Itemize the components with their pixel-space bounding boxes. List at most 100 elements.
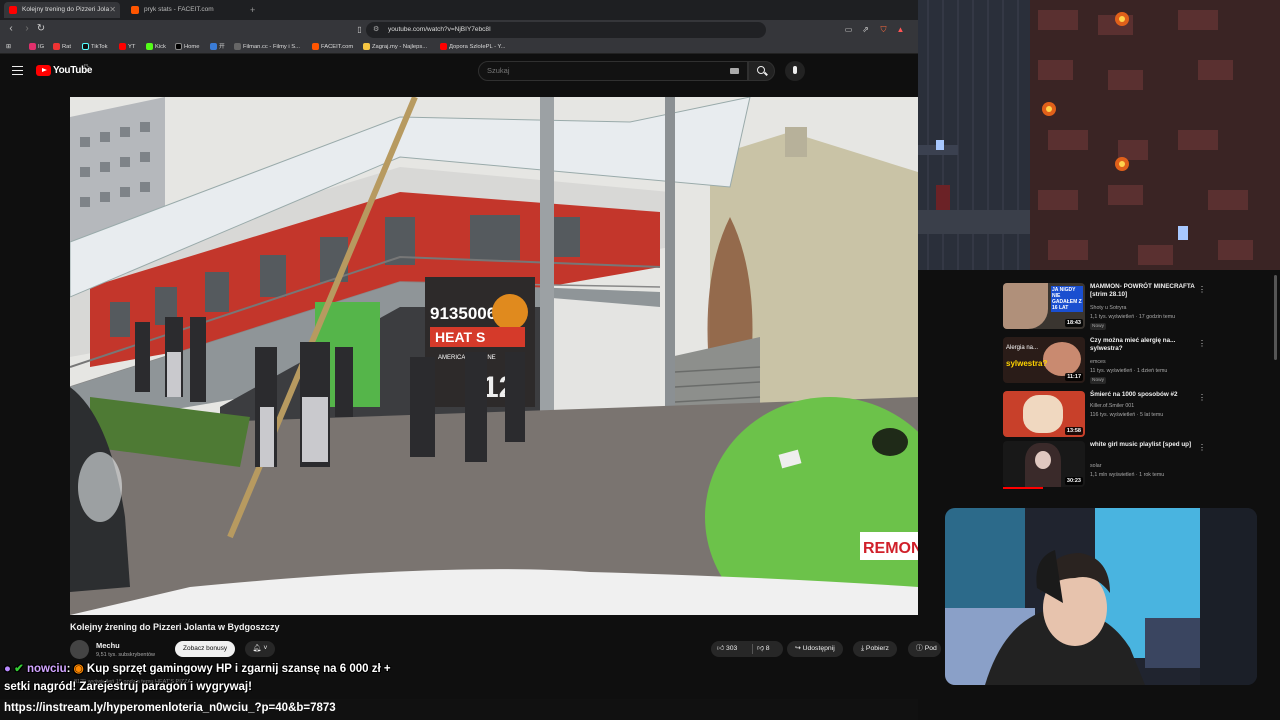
bookmark-label: YT xyxy=(128,44,136,50)
notification-bell-button[interactable]: 🔔︎ ˅ xyxy=(245,641,275,657)
more-options-icon[interactable]: ⋮ xyxy=(1198,339,1206,348)
channel-name[interactable]: Mechu xyxy=(96,641,120,650)
square-icon xyxy=(210,43,217,50)
like-count: 303 xyxy=(726,645,738,652)
tab-faceit[interactable]: pryk stats - FACEIT.com xyxy=(126,2,246,18)
share-label: Udostępnij xyxy=(802,645,835,652)
bookmark-label: Home xyxy=(184,44,200,50)
bookmark-label: IG xyxy=(38,44,45,50)
reload-icon[interactable]: ↻ xyxy=(34,23,48,34)
thumb-face xyxy=(1003,283,1048,329)
recommendation-thumbnail[interactable]: 13:58 xyxy=(1003,391,1085,437)
keyboard-icon[interactable] xyxy=(730,68,739,74)
bookmark-rat[interactable]: Rat xyxy=(52,40,71,54)
like-dislike-group: 👍︎ 303 👎︎ 8 xyxy=(711,641,783,657)
video-title: Kolejny żrening do Pizzeri Jolanta w Byd… xyxy=(70,622,280,632)
recommendation-thumbnail[interactable]: JA NIGDY NIE GADAŁEM Z 16 LAT 18:43 xyxy=(1003,283,1085,329)
bookmark-chinese[interactable]: 开 xyxy=(209,40,225,54)
webcam-overlay xyxy=(945,508,1257,685)
sponsor-link-bar: https://instream.ly/hyperomenloteria_n0w… xyxy=(0,699,918,720)
youtube-favicon-icon xyxy=(9,6,17,14)
bookmark-kick[interactable]: Kick xyxy=(145,40,166,54)
bookmark-faceit[interactable]: FACEIT.com xyxy=(311,40,353,54)
x-icon xyxy=(175,43,182,50)
back-icon[interactable]: ‹ xyxy=(4,23,18,34)
bookmark-yt[interactable]: YT xyxy=(118,40,135,54)
omnibox[interactable]: ⚙ youtube.com/watch?v=NjBIY7ebc8I xyxy=(366,22,766,38)
forward-icon[interactable]: › xyxy=(20,23,34,34)
subscriber-count: 9,51 tys. subskrybentów xyxy=(96,652,156,658)
sponsor-link: https://instream.ly/hyperomenloteria_n0w… xyxy=(4,702,336,714)
menu-icon[interactable] xyxy=(12,66,23,75)
bookmark-home[interactable]: Home xyxy=(174,40,199,54)
brave-shield-icon[interactable]: ⛉ xyxy=(878,24,889,35)
like-button[interactable]: 👍︎ 303 xyxy=(717,641,737,657)
shop-heat-sign: HEAT S xyxy=(435,329,485,345)
bonus-button[interactable]: Zobacz bonusy xyxy=(175,641,236,657)
rewards-icon[interactable]: ▲ xyxy=(895,24,906,35)
recommendation-item[interactable]: Alergia na... sylwestra? 11:17 Czy można… xyxy=(1003,337,1218,385)
thumbs-down-icon: 👎︎ xyxy=(757,645,764,652)
recommendation-thumbnail[interactable]: Alergia na... sylwestra? 11:17 xyxy=(1003,337,1085,383)
recommendation-channel: solar xyxy=(1090,463,1102,469)
tiktok-icon xyxy=(82,43,89,50)
cast-icon[interactable]: ▭ xyxy=(843,24,854,35)
search-input[interactable]: Szukaj xyxy=(478,61,748,81)
tab-title: pryk stats - FACEIT.com xyxy=(144,6,214,13)
more-button[interactable]: ⓘ Pod xyxy=(908,641,941,657)
bookmark-filman[interactable]: Filman.cc - Filmy i S... xyxy=(233,40,300,54)
site-info-icon[interactable]: ⚙ xyxy=(373,22,379,38)
thumb-face xyxy=(1035,451,1051,469)
new-tab-button[interactable]: + xyxy=(250,2,264,18)
globe-icon xyxy=(234,43,241,50)
recommendation-item[interactable]: JA NIGDY NIE GADAŁEM Z 16 LAT 18:43 MAMM… xyxy=(1003,283,1218,331)
more-options-icon[interactable]: ⋮ xyxy=(1198,393,1206,402)
recommendation-item[interactable]: 30:23 white girl music playlist [sped up… xyxy=(1003,441,1218,489)
sponsor-icon: ◉ xyxy=(73,663,87,675)
tab-title: Kolejny trening do Pizzeri Jola xyxy=(22,6,110,13)
dislike-button[interactable]: 👎︎ 8 xyxy=(757,641,770,657)
recommendation-title: Śmierć na 1000 sposobów #2 xyxy=(1090,391,1178,398)
search-button[interactable] xyxy=(748,61,775,81)
download-label: Pobierz xyxy=(865,645,889,652)
video-frame-illustration: 913500604 HEAT S AMERICAN CUISINE 12 xyxy=(70,97,918,615)
video-player[interactable]: 913500604 HEAT S AMERICAN CUISINE 12 xyxy=(70,97,918,615)
faceit-favicon-icon xyxy=(131,6,139,14)
more-options-icon[interactable]: ⋮ xyxy=(1198,285,1206,294)
chat-separator: : xyxy=(66,663,71,675)
more-options-icon[interactable]: ⋮ xyxy=(1198,443,1206,452)
bookmark-ig[interactable]: IG xyxy=(28,40,44,54)
faceit-icon xyxy=(312,43,319,50)
share-button[interactable]: ↪ Udostępnij xyxy=(787,641,843,657)
divider xyxy=(752,644,753,654)
chat-message-continued: setki nagród! Zarejestruj paragon i wygr… xyxy=(4,681,252,693)
bookmark-star-icon[interactable]: ▯ xyxy=(354,24,365,35)
share-page-icon[interactable]: ⇗ xyxy=(860,24,871,35)
country-code: PL xyxy=(84,63,90,68)
game-capture xyxy=(918,0,1280,270)
thumb-caption-2: sylwestra? xyxy=(1006,359,1048,368)
recommendation-title: white girl music playlist [sped up] xyxy=(1090,441,1192,448)
sidebar-scrollbar[interactable] xyxy=(1274,275,1277,360)
close-tab-icon[interactable]: ✕ xyxy=(109,2,116,18)
recommendation-thumbnail[interactable]: 30:23 xyxy=(1003,441,1085,487)
youtube-icon xyxy=(119,43,126,50)
bookmark-label: FACEIT.com xyxy=(321,44,354,50)
thumb-caption: Alergia na... xyxy=(1006,345,1039,351)
verified-icon: ✔ xyxy=(14,663,27,675)
webcam-scene-illustration xyxy=(945,508,1257,685)
voice-search-button[interactable] xyxy=(785,61,805,81)
channel-avatar[interactable] xyxy=(70,640,89,659)
recommendation-item[interactable]: 13:58 Śmierć na 1000 sposobów #2 Killer.… xyxy=(1003,391,1218,439)
bookmark-zagraj[interactable]: Zagraj.my - Najleps... xyxy=(362,40,427,54)
tab-youtube-video[interactable]: Kolejny trening do Pizzeri Jola ✕ xyxy=(4,2,120,18)
recommendation-channel: emces xyxy=(1090,359,1106,365)
bookmark-tiktok[interactable]: TikTok xyxy=(81,40,108,54)
duration-badge: 11:17 xyxy=(1065,373,1083,381)
bookmark-doroga[interactable]: Дорога SzloIePL - Y... xyxy=(439,40,505,54)
instagram-icon xyxy=(29,43,36,50)
chat-username: nowciu xyxy=(27,663,67,675)
apps-grid-icon[interactable]: ⊞ xyxy=(6,40,11,54)
youtube-logo-icon[interactable] xyxy=(36,65,51,76)
download-button[interactable]: ⤓ Pobierz xyxy=(853,641,897,657)
